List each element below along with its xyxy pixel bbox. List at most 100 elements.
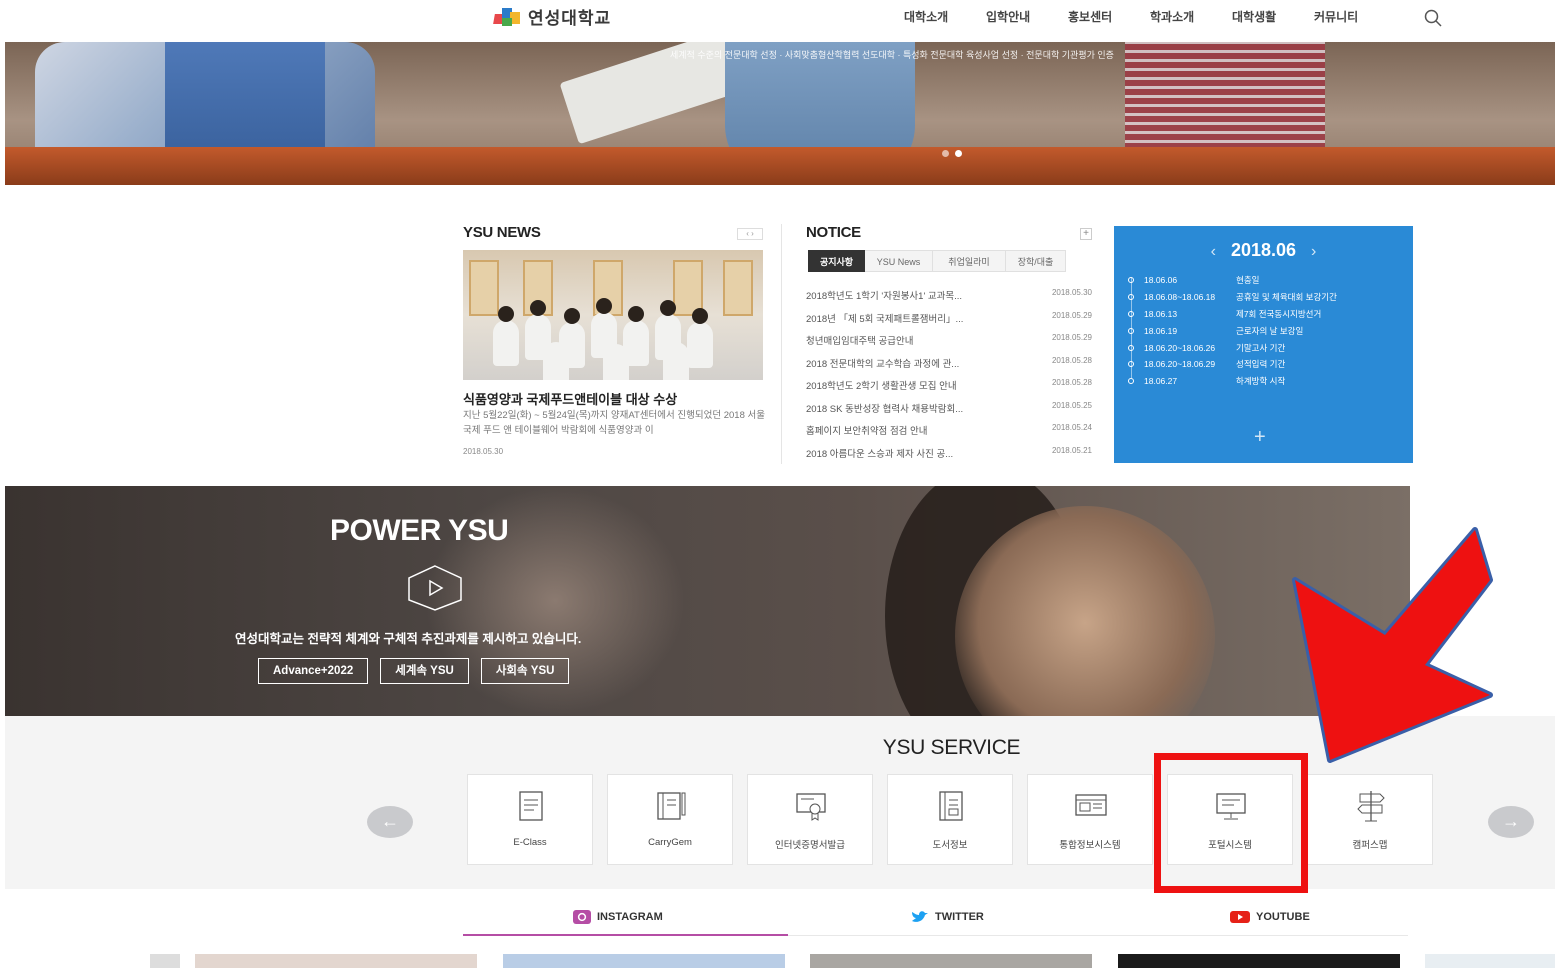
feed-thumbnail[interactable] xyxy=(1118,954,1400,968)
list-item[interactable]: 2018학년도 1학기 '자원봉사1' 교과목... 2018.05.30 xyxy=(806,288,1092,311)
service-campus-map[interactable]: 캠퍼스맵 xyxy=(1307,774,1433,865)
hero-dot-active[interactable] xyxy=(955,150,962,157)
signpost-icon xyxy=(1357,791,1385,822)
search-icon[interactable] xyxy=(1423,8,1443,28)
feed-thumbnail[interactable] xyxy=(195,954,477,968)
nav-item-departments[interactable]: 학과소개 xyxy=(1150,8,1232,25)
tab-notice[interactable]: 공지사항 xyxy=(808,250,865,272)
notice-date: 2018.05.29 xyxy=(1051,310,1092,320)
social-tabs: INSTAGRAM TWITTER YOUTUBE xyxy=(463,906,1408,936)
social-ysu-button[interactable]: 사회속 YSU xyxy=(480,658,570,684)
event-name: 기말고사 기간 xyxy=(1236,342,1286,353)
list-item[interactable]: 홈페이지 보안취약점 점검 안내 2018.05.24 xyxy=(806,423,1092,446)
event-date: 18.06.08~18.06.18 xyxy=(1144,292,1216,303)
service-label: E-Class xyxy=(513,837,547,848)
power-title: POWER YSU xyxy=(330,514,509,547)
event-name: 제7회 전국동시지방선거 xyxy=(1236,308,1322,319)
service-label: CarryGem xyxy=(648,837,692,848)
notice-more-button[interactable]: + xyxy=(1080,228,1092,240)
red-highlight-box xyxy=(1154,753,1308,893)
event-date: 18.06.27 xyxy=(1144,376,1178,387)
news-photo[interactable] xyxy=(463,250,763,380)
service-certificate[interactable]: 인터넷증명서발급 xyxy=(747,774,873,865)
calendar-month: 2018.06 xyxy=(1230,240,1297,260)
notice-date: 2018.05.24 xyxy=(1051,423,1092,432)
list-item[interactable]: 청년매입임대주택 공급안내 2018.05.29 xyxy=(806,333,1092,356)
notice-date: 2018.05.21 xyxy=(1051,445,1092,455)
calendar-next-button[interactable]: › xyxy=(1311,243,1316,260)
list-item[interactable]: 2018학년도 2학기 생활관생 모집 안내 2018.05.28 xyxy=(806,378,1092,401)
calendar-event-list: 18.06.06 현충일 18.06.08~18.06.18 공휴일 및 체육대회 … xyxy=(1128,272,1408,390)
hero-caption: 세계적 수준의 전문대학 선정 · 사회맞춤형산학협력 선도대학 · 특성화 전… xyxy=(670,50,1114,60)
event-date: 18.06.13 xyxy=(1144,308,1178,319)
browser-window-icon xyxy=(1075,794,1107,816)
notice-date: 2018.05.25 xyxy=(1051,400,1092,410)
feed-thumbnail[interactable] xyxy=(503,954,785,968)
news-pager-button[interactable]: ‹ › xyxy=(737,228,763,240)
calendar-prev-button[interactable]: ‹ xyxy=(1211,243,1216,260)
tab-ysu-news[interactable]: YSU News xyxy=(865,250,933,272)
event-date: 18.06.20~18.06.29 xyxy=(1144,359,1216,370)
instagram-icon xyxy=(573,910,591,924)
play-video-icon[interactable] xyxy=(407,564,463,612)
notice-section-title: NOTICE xyxy=(806,224,861,241)
service-library[interactable]: 도서정보 xyxy=(887,774,1013,865)
logo-mark-icon xyxy=(493,6,522,28)
notice-date: 2018.05.28 xyxy=(1051,355,1092,365)
academic-calendar: ‹ 2018.06 › 18.06.06 현충일 18.06.08~18.06.1… xyxy=(1114,226,1413,463)
service-prev-button[interactable]: ← xyxy=(367,806,413,838)
list-item[interactable]: 2018 아름다운 스승과 제자 사진 공... 2018.05.21 xyxy=(806,446,1092,469)
calendar-more-button[interactable]: + xyxy=(1254,426,1266,449)
notice-title: 2018 전문대학의 교수학습 과정에 관... xyxy=(806,358,960,370)
advance-2022-button[interactable]: Advance+2022 xyxy=(258,658,369,684)
list-item[interactable]: 18.06.06 현충일 xyxy=(1128,272,1408,289)
list-item[interactable]: 18.06.13 제7회 전국동시지방선거 xyxy=(1128,306,1408,323)
news-section-title: YSU NEWS xyxy=(463,224,541,241)
tab-jobs[interactable]: 취업일라미 xyxy=(933,250,1006,272)
certificate-icon xyxy=(796,793,826,821)
notice-date: 2018.05.28 xyxy=(1051,378,1092,387)
active-tab-indicator xyxy=(463,934,788,936)
list-item[interactable]: 18.06.27 하계방학 시작 xyxy=(1128,373,1408,390)
feed-thumbnail[interactable] xyxy=(1425,954,1555,968)
service-label: 인터넷증명서발급 xyxy=(775,840,845,851)
feed-thumbnail[interactable] xyxy=(810,954,1092,968)
tab-youtube[interactable]: YOUTUBE xyxy=(1230,910,1310,924)
notice-title: 2018학년도 2학기 생활관생 모집 안내 xyxy=(806,381,957,392)
nav-item-admissions[interactable]: 입학안내 xyxy=(986,8,1068,25)
notice-title: 홈페이지 보안취약점 점검 안내 xyxy=(806,426,928,437)
event-name: 현충일 xyxy=(1236,275,1260,286)
site-logo[interactable]: 연성대학교 xyxy=(493,4,611,29)
tab-instagram[interactable]: INSTAGRAM xyxy=(573,910,663,924)
nav-item-pr-center[interactable]: 홍보센터 xyxy=(1068,8,1150,25)
list-item[interactable]: 2018 SK 동반성장 협력사 채용박람회... 2018.05.25 xyxy=(806,401,1092,424)
social-feed-thumbnails xyxy=(0,954,1555,968)
list-item[interactable]: 18.06.20~18.06.29 성적입력 기간 xyxy=(1128,356,1408,373)
feed-thumbnail[interactable] xyxy=(150,954,180,968)
list-item[interactable]: 18.06.08~18.06.18 공휴일 및 체육대회 보강기간 xyxy=(1128,289,1408,306)
list-item[interactable]: 2018년 「제 5회 국제패트롤잼버리」... 2018.05.29 xyxy=(806,311,1092,334)
section-divider xyxy=(781,224,782,464)
global-ysu-button[interactable]: 세계속 YSU xyxy=(380,658,469,684)
service-integrated-info[interactable]: 통합정보시스템 xyxy=(1027,774,1153,865)
tab-twitter[interactable]: TWITTER xyxy=(911,910,984,924)
service-carrygem[interactable]: CarryGem xyxy=(607,774,733,865)
tab-scholarship[interactable]: 장학/대출 xyxy=(1006,250,1066,272)
list-item[interactable]: 18.06.20~18.06.26 기말고사 기간 xyxy=(1128,339,1408,356)
event-name: 성적입력 기간 xyxy=(1236,359,1286,370)
service-eclass[interactable]: E-Class xyxy=(467,774,593,865)
instagram-label: INSTAGRAM xyxy=(597,911,663,923)
notice-date: 2018.05.29 xyxy=(1051,333,1092,342)
power-ysu-banner: POWER YSU 연성대학교는 전략적 체계와 구체적 추진과제를 제시하고 … xyxy=(5,486,1410,716)
list-item[interactable]: 18.06.19 근로자의 날 보강일 xyxy=(1128,322,1408,339)
service-next-button[interactable]: → xyxy=(1488,806,1534,838)
nav-item-campus-life[interactable]: 대학생활 xyxy=(1232,8,1314,25)
hero-dot[interactable] xyxy=(942,150,949,157)
nav-item-about[interactable]: 대학소개 xyxy=(904,8,986,25)
hero-banner[interactable]: 세계적 수준의 전문대학 선정 · 사회맞춤형산학협력 선도대학 · 특성화 전… xyxy=(5,42,1555,185)
news-headline[interactable]: 식품영양과 국제푸드앤테이블 대상 수상 xyxy=(463,389,677,408)
nav-item-community[interactable]: 커뮤니티 xyxy=(1314,8,1396,25)
list-item[interactable]: 2018 전문대학의 교수학습 과정에 관... 2018.05.28 xyxy=(806,356,1092,379)
event-name: 근로자의 날 보강일 xyxy=(1236,325,1304,336)
ysu-news-section: YSU NEWS ‹ › 식품영양과 국제푸드앤테이블 대상 수상 지난 5월2… xyxy=(463,224,765,464)
